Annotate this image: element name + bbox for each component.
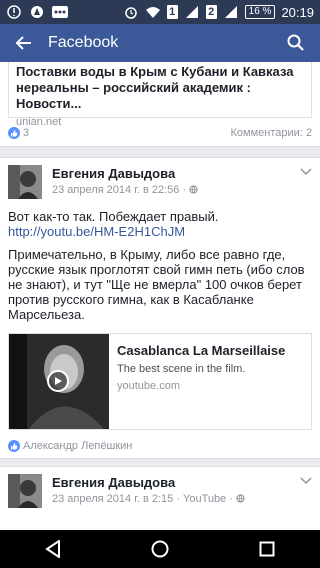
- sim1-badge: 1: [166, 5, 178, 19]
- square-recents-icon: [259, 541, 275, 557]
- privacy-icon: [189, 185, 198, 194]
- battery-indicator: 16 %: [244, 5, 276, 19]
- wifi-icon: [145, 5, 161, 19]
- news-feed[interactable]: Поставки воды в Крым с Кубани и Кавказа …: [0, 62, 320, 530]
- post-text-line: Вот как-то так. Побеждает правый.: [8, 209, 219, 224]
- video-domain: youtube.com: [117, 380, 180, 392]
- video-description: The best scene in the film.: [117, 363, 246, 375]
- signal1-icon: [184, 5, 200, 19]
- triangle-back-icon: [45, 540, 61, 558]
- play-button[interactable]: [47, 370, 69, 392]
- alarm-icon: [123, 5, 139, 19]
- chevron-down-icon[interactable]: [300, 167, 312, 177]
- like-icon: [8, 127, 20, 139]
- chevron-down-icon[interactable]: [300, 476, 312, 486]
- search-button[interactable]: [272, 24, 320, 62]
- post-meta: 23 апреля 2014 г. в 2:15 · YouTube ·: [52, 493, 245, 505]
- feed-post: Поставки воды в Крым с Кубани и Кавказа …: [0, 62, 320, 147]
- app-notification-icon: [29, 5, 45, 19]
- comments-count[interactable]: Комментарии: 2: [230, 127, 312, 139]
- nav-recents-button[interactable]: [243, 530, 291, 568]
- feed-post: Евгения Давыдова 23 апреля 2014 г. в 2:1…: [0, 466, 320, 530]
- author-name[interactable]: Евгения Давыдова: [52, 166, 175, 181]
- post-timestamp[interactable]: 23 апреля 2014 г. в 22:56 ·: [52, 184, 189, 196]
- system-nav-bar: [0, 530, 320, 568]
- nav-home-button[interactable]: [136, 530, 184, 568]
- play-icon: [55, 377, 62, 385]
- app-title: Facebook: [48, 34, 119, 51]
- like-count[interactable]: 3: [23, 127, 29, 139]
- post-footer: 3 Комментарии: 2: [8, 125, 312, 141]
- post-footer: Александр Лепёшкин: [8, 439, 132, 453]
- video-thumbnail[interactable]: [9, 334, 109, 429]
- post-meta: 23 апреля 2014 г. в 22:56 ·: [52, 184, 198, 196]
- author-name[interactable]: Евгения Давыдова: [52, 475, 175, 490]
- signal2-icon: [223, 5, 239, 19]
- link-preview[interactable]: Поставки воды в Крым с Кубани и Кавказа …: [8, 62, 312, 128]
- post-text-paragraph: Примечательно, в Крыму, либо все равно г…: [8, 247, 305, 322]
- clock: 20:19: [281, 4, 314, 20]
- post-body: Вот как-то так. Побеждает правый. http://…: [8, 209, 312, 330]
- video-info: Casablanca La Marseillaise The best scen…: [109, 334, 293, 429]
- avatar[interactable]: [8, 474, 42, 508]
- video-title: Casablanca La Marseillaise: [117, 343, 286, 358]
- feed-post: Евгения Давыдова 23 апреля 2014 г. в 22:…: [0, 157, 320, 459]
- privacy-icon: [236, 494, 245, 503]
- liked-by[interactable]: Александр Лепёшкин: [23, 440, 132, 452]
- arrow-left-icon: [15, 36, 31, 50]
- app-bar: Facebook: [0, 24, 320, 62]
- post-link[interactable]: http://youtu.be/HM-E2H1ChJM: [8, 224, 185, 239]
- video-preview[interactable]: Casablanca La Marseillaise The best scen…: [8, 333, 312, 430]
- circle-home-icon: [151, 540, 169, 558]
- back-button[interactable]: [0, 24, 48, 62]
- link-title: Поставки воды в Крым с Кубани и Кавказа …: [16, 64, 294, 111]
- avatar[interactable]: [8, 165, 42, 199]
- notification-icon: [6, 5, 22, 19]
- dots-app-icon: [52, 5, 68, 19]
- post-timestamp[interactable]: 23 апреля 2014 г. в 2:15 · YouTube ·: [52, 493, 236, 505]
- nav-back-button[interactable]: [29, 530, 77, 568]
- like-icon: [8, 440, 20, 452]
- sim2-badge: 2: [205, 5, 217, 19]
- status-bar: 1 2 16 % 20:19: [0, 0, 320, 24]
- search-icon: [287, 34, 304, 51]
